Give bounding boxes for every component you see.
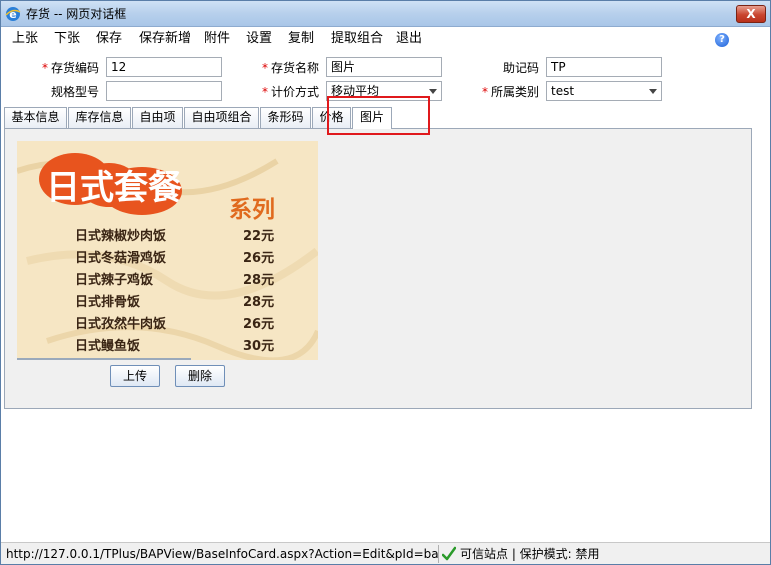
category-select[interactable]: test — [546, 81, 662, 101]
ie-icon: e — [5, 7, 21, 21]
name-label: * 存货名称 — [261, 61, 319, 75]
menu-item-name: 日式辣椒炒肉饭 — [75, 228, 166, 244]
status-divider — [438, 545, 439, 563]
pricing-label: * 计价方式 — [261, 85, 319, 99]
menu-item-name: 日式孜然牛肉饭 — [75, 316, 166, 332]
dialog-window: e 存货 -- 网页对话框 X 上张 下张 保存 保存新增 附件 设置 复制 提… — [0, 0, 771, 565]
menu-poster-image: 日式套餐 系列 日式辣椒炒肉饭 22元 日式冬菇滑鸡饭 26元 日式辣子鸡饭 2… — [16, 141, 321, 364]
title-bar: e 存货 -- 网页对话框 X — [1, 1, 770, 27]
category-value: test — [551, 84, 575, 98]
mnemonic-label: 助记码 — [502, 61, 539, 75]
menu-next[interactable]: 下张 — [54, 31, 80, 47]
tab-stock-info[interactable]: 库存信息 — [68, 107, 131, 128]
menu-item-price: 26元 — [243, 317, 274, 332]
menu-item-name: 日式辣子鸡饭 — [75, 272, 153, 288]
tab-free-item[interactable]: 自由项 — [132, 107, 183, 128]
security-zone: 可信站点 | 保护模式: 禁用 — [460, 547, 600, 561]
menu-save-new[interactable]: 保存新增 — [139, 31, 191, 47]
code-input[interactable]: 12 — [106, 57, 222, 77]
name-input[interactable]: 图片 — [326, 57, 442, 77]
menu-item-name: 日式排骨饭 — [75, 294, 140, 310]
status-bar: http://127.0.0.1/TPlus/BAPView/BaseInfoC… — [1, 542, 770, 564]
menu-item-price: 22元 — [243, 229, 274, 244]
menu-exit[interactable]: 退出 — [396, 31, 422, 47]
chevron-down-icon — [649, 89, 657, 94]
menu-save[interactable]: 保存 — [96, 31, 122, 47]
menu-item-name: 日式鳗鱼饭 — [75, 338, 140, 354]
status-url: http://127.0.0.1/TPlus/BAPView/BaseInfoC… — [6, 547, 438, 561]
menu-extract-combo[interactable]: 提取组合 — [331, 31, 383, 47]
tab-free-item-combo[interactable]: 自由项组合 — [184, 107, 259, 128]
delete-button[interactable]: 删除 — [175, 365, 225, 387]
spec-label: 规格型号 — [50, 85, 99, 99]
code-label: * 存货编码 — [41, 61, 99, 75]
tab-barcode[interactable]: 条形码 — [260, 107, 311, 128]
tab-basic-info[interactable]: 基本信息 — [4, 107, 67, 128]
check-icon — [442, 546, 456, 561]
menu-attachment[interactable]: 附件 — [204, 31, 230, 47]
menu-settings[interactable]: 设置 — [246, 31, 272, 47]
menu-prev[interactable]: 上张 — [12, 31, 38, 47]
menu-bar: 上张 下张 保存 保存新增 附件 设置 复制 提取组合 退出 — [1, 28, 770, 50]
banner-text: 日式套餐 — [46, 168, 182, 208]
menu-copy[interactable]: 复制 — [288, 31, 314, 47]
spec-input[interactable] — [106, 81, 222, 101]
series-text: 系列 — [229, 197, 275, 223]
help-icon[interactable]: ? — [715, 33, 729, 47]
highlight-annotation — [327, 96, 430, 135]
product-image: 日式套餐 系列 日式辣椒炒肉饭 22元 日式冬菇滑鸡饭 26元 日式辣子鸡饭 2… — [16, 141, 321, 364]
menu-item-price: 28元 — [243, 295, 274, 310]
category-label: * 所属类别 — [481, 85, 539, 99]
chevron-down-icon — [429, 89, 437, 94]
menu-item-price: 28元 — [243, 273, 274, 288]
upload-button[interactable]: 上传 — [110, 365, 160, 387]
close-button[interactable]: X — [736, 5, 766, 23]
mnemonic-input[interactable]: TP — [546, 57, 662, 77]
menu-item-price: 30元 — [243, 339, 274, 354]
menu-item-price: 26元 — [243, 251, 274, 266]
window-title: 存货 -- 网页对话框 — [26, 7, 127, 21]
menu-item-name: 日式冬菇滑鸡饭 — [75, 250, 166, 266]
